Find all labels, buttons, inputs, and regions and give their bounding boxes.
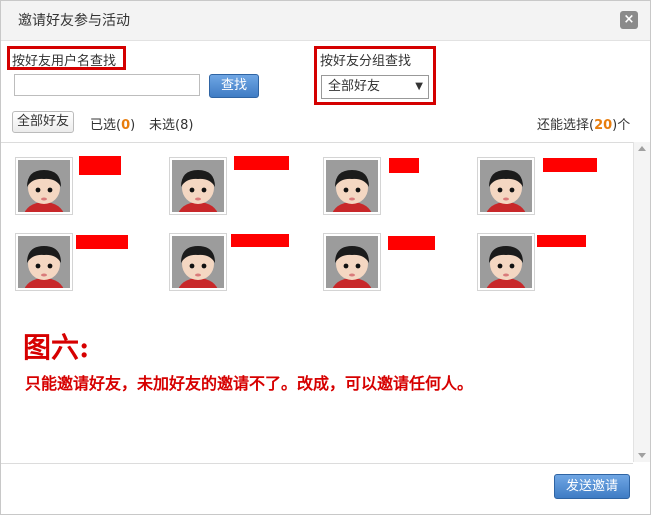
find-button[interactable]: 查找 [209,74,259,98]
friend-name-redacted [234,156,289,170]
remaining-prefix: 还能选择( [537,118,595,133]
username-search-input[interactable] [14,74,200,96]
username-search-label: 按好友用户名查找 [12,54,117,69]
friend-card[interactable] [15,157,73,215]
friend-card[interactable] [15,233,73,291]
group-search-label: 按好友分组查找 [320,54,412,69]
friend-card[interactable] [323,157,381,215]
dialog-title: 邀请好友参与活动 [18,13,130,29]
remaining-quota: 还能选择(20)个 [537,114,630,133]
annotation-title: 图六: [23,331,90,364]
filter-unselected[interactable]: 未选(8) [149,114,193,133]
friend-name-redacted [76,235,128,249]
friend-card[interactable] [477,157,535,215]
friend-name-redacted [543,158,597,172]
friend-card[interactable] [323,233,381,291]
group-select-value: 全部好友 [328,79,381,94]
scroll-up-icon[interactable] [638,146,646,151]
dropdown-arrow-icon: ▼ [415,81,423,92]
filter-selected-prefix: 已选( [90,118,122,133]
send-invitation-button[interactable]: 发送邀请 [554,474,630,499]
selected-count: 0 [121,118,131,133]
friend-list [1,142,633,464]
avatar [326,160,378,212]
group-select[interactable]: 全部好友 ▼ [321,75,429,99]
avatar [18,160,70,212]
friend-list-scrollbar[interactable] [633,142,650,462]
remaining-count: 20 [594,118,613,133]
friend-card[interactable] [169,157,227,215]
remaining-suffix: )个 [612,118,631,133]
filter-selected-suffix: ) [130,118,136,133]
annotation-body: 只能邀请好友，未加好友的邀请不了。改成，可以邀请任何人。 [25,374,474,393]
avatar [18,236,70,288]
friend-name-redacted [79,156,121,175]
avatar [326,236,378,288]
avatar [480,160,532,212]
avatar [172,236,224,288]
friend-name-redacted [388,236,435,250]
friend-name-redacted [537,235,586,247]
filter-selected[interactable]: 已选(0) [90,114,135,133]
filter-all-friends-button[interactable]: 全部好友 [12,111,74,133]
friend-name-redacted [389,158,419,173]
close-icon[interactable]: × [620,11,638,29]
avatar [480,236,532,288]
avatar [172,160,224,212]
invite-friends-dialog: 邀请好友参与活动 × 按好友用户名查找 查找 按好友分组查找 全部好友 ▼ 全部… [0,0,651,515]
dialog-titlebar: 邀请好友参与活动 × [1,1,650,41]
scroll-down-icon[interactable] [638,453,646,458]
friend-card[interactable] [477,233,535,291]
friend-name-redacted [231,234,289,247]
friend-card[interactable] [169,233,227,291]
